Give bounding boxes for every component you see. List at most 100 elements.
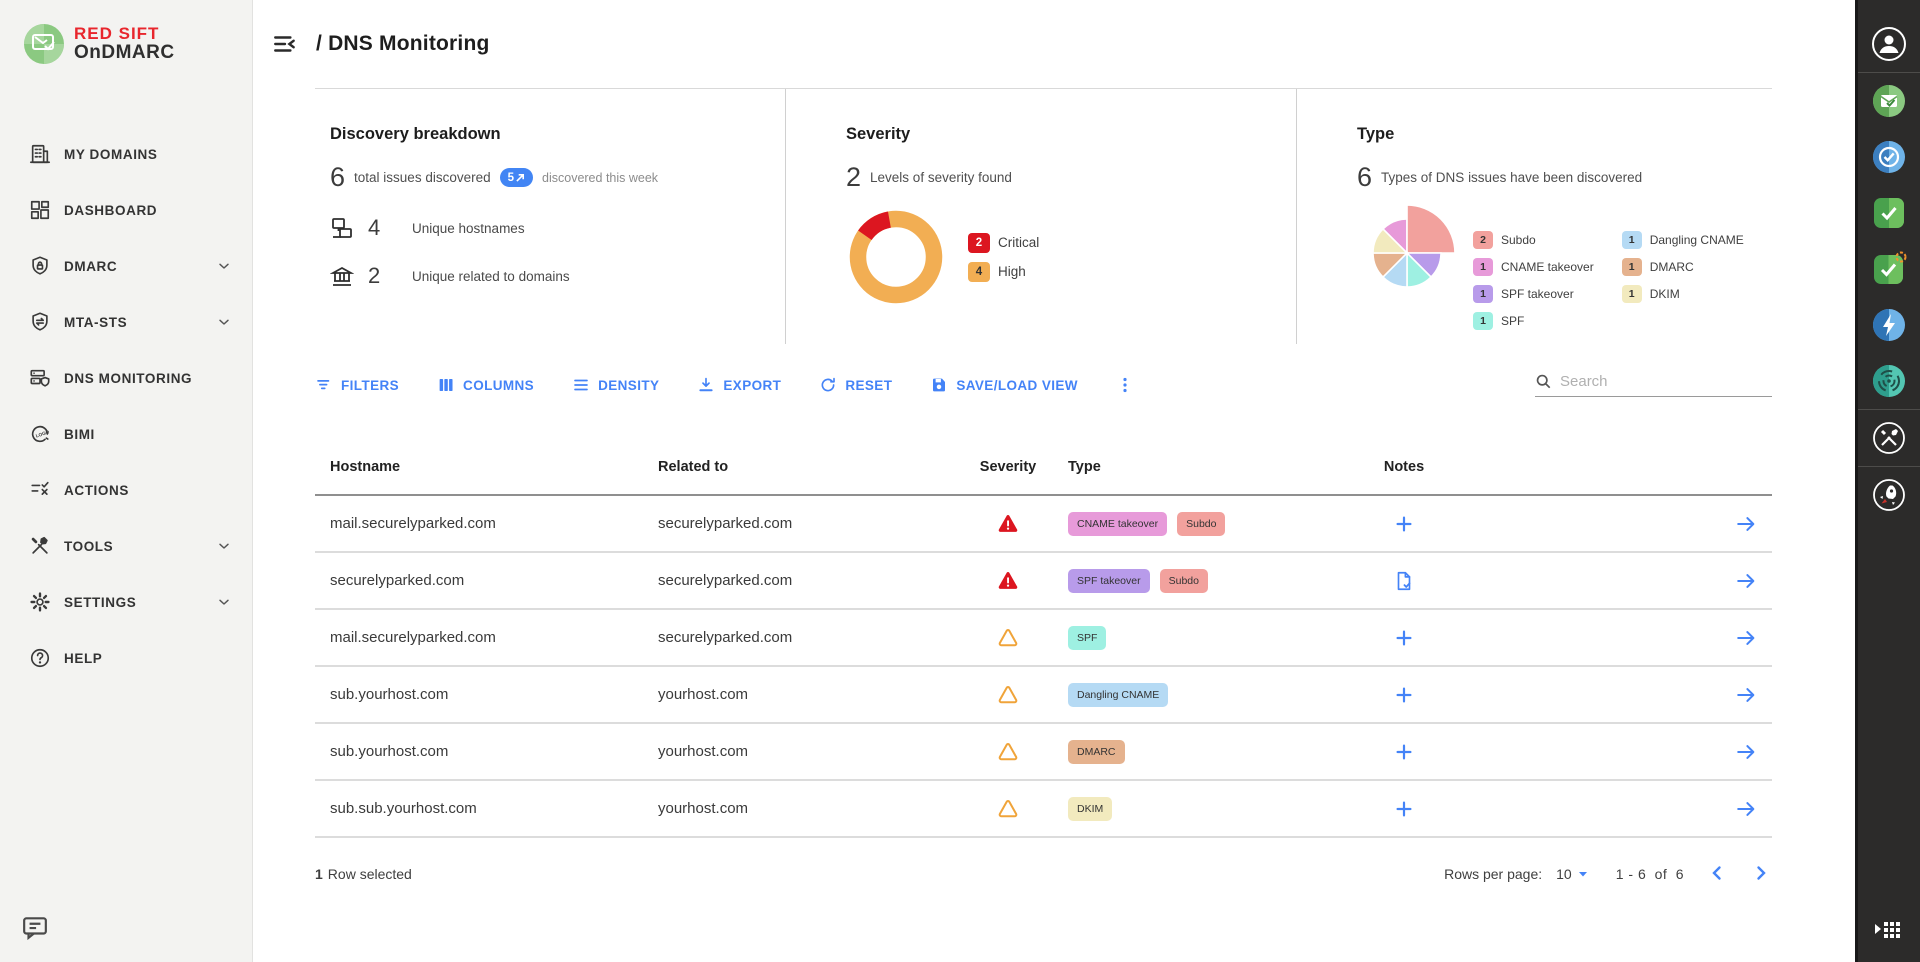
table-row[interactable]: securelyparked.comsecurelyparked.comSPF … bbox=[315, 553, 1772, 610]
density-button[interactable]: DENSITY bbox=[572, 376, 659, 394]
kebab-icon[interactable] bbox=[1116, 376, 1134, 394]
export-button[interactable]: EXPORT bbox=[697, 376, 781, 394]
open-row-arrow-icon[interactable] bbox=[1735, 684, 1757, 706]
lightning-icon[interactable] bbox=[1871, 307, 1907, 343]
next-page-icon[interactable] bbox=[1752, 864, 1772, 884]
high-legend-chip: 4 bbox=[968, 262, 990, 282]
sidebar-item-bimi[interactable]: LOGOBIMI bbox=[0, 406, 252, 462]
discovery-total-label: total issues discovered bbox=[354, 170, 491, 185]
add-note-icon[interactable] bbox=[1393, 684, 1415, 706]
sidebar-item-label: DASHBOARD bbox=[64, 203, 232, 218]
sidebar-item-dashboard[interactable]: DASHBOARD bbox=[0, 182, 252, 238]
tools-circle-icon[interactable] bbox=[1871, 420, 1907, 456]
save-load-view-button[interactable]: SAVE/LOAD VIEW bbox=[930, 376, 1078, 394]
sidebar-item-mta-sts[interactable]: MTA-STS bbox=[0, 294, 252, 350]
chevron-down-icon[interactable] bbox=[216, 594, 232, 610]
ondmarc-product-icon[interactable] bbox=[1871, 83, 1907, 119]
check-square-green-icon[interactable] bbox=[1871, 195, 1907, 231]
hostname-cell: sub.sub.yourhost.com bbox=[330, 800, 658, 817]
brand-logo[interactable]: RED SIFT OnDMARC bbox=[0, 0, 252, 64]
chevron-down-icon[interactable] bbox=[216, 538, 232, 554]
type-legend-chip: 1 bbox=[1622, 258, 1642, 276]
search-input[interactable] bbox=[1560, 373, 1772, 390]
rows-per-page-label: Rows per page: bbox=[1444, 866, 1542, 882]
open-row-arrow-icon[interactable] bbox=[1735, 627, 1757, 649]
column-header-notes[interactable]: Notes bbox=[1354, 459, 1454, 475]
page-range: 1 - 6 bbox=[1616, 866, 1647, 882]
type-legend-label: Subdo bbox=[1501, 233, 1536, 247]
notes-cell bbox=[1354, 741, 1454, 763]
export-icon bbox=[697, 376, 715, 394]
apps-grid-icon[interactable] bbox=[1871, 912, 1907, 948]
open-row-arrow-icon[interactable] bbox=[1735, 798, 1757, 820]
toolbar-button-label: RESET bbox=[845, 378, 892, 393]
table-row[interactable]: mail.securelyparked.comsecurelyparked.co… bbox=[315, 610, 1772, 667]
checklist-icon bbox=[28, 478, 52, 502]
hostname-cell: mail.securelyparked.com bbox=[330, 515, 658, 532]
open-row-arrow-icon[interactable] bbox=[1735, 513, 1757, 535]
table-row[interactable]: mail.securelyparked.comsecurelyparked.co… bbox=[315, 496, 1772, 553]
pie-slice-subdo bbox=[1407, 205, 1455, 253]
account-icon[interactable] bbox=[1871, 26, 1907, 62]
column-header-related-to[interactable]: Related to bbox=[658, 459, 958, 475]
sidebar-item-dns-monitoring[interactable]: DNS MONITORING bbox=[0, 350, 252, 406]
sidebar-item-tools[interactable]: TOOLS bbox=[0, 518, 252, 574]
search-icon bbox=[1535, 373, 1552, 390]
critical-legend-chip: 2 bbox=[968, 233, 990, 253]
filters-button[interactable]: FILTERS bbox=[315, 376, 399, 394]
shield-arrows-icon bbox=[28, 310, 52, 334]
related-to-cell: yourhost.com bbox=[658, 800, 958, 817]
svg-text:LOGO: LOGO bbox=[35, 429, 50, 439]
type-cell: DMARC bbox=[1068, 740, 1354, 764]
reset-button[interactable]: RESET bbox=[819, 376, 892, 394]
add-note-icon[interactable] bbox=[1393, 741, 1415, 763]
sidebar-nav: MY DOMAINS DASHBOARD DMARC MTA-STSDNS MONIT… bbox=[0, 126, 252, 686]
table-row[interactable]: sub.yourhost.comyourhost.comDangling CNA… bbox=[315, 667, 1772, 724]
notes-cell bbox=[1354, 570, 1454, 592]
sidebar-item-help[interactable]: HELP bbox=[0, 630, 252, 686]
rows-per-page-select[interactable]: 10 bbox=[1556, 866, 1588, 882]
sidebar-item-my-domains[interactable]: MY DOMAINS bbox=[0, 126, 252, 182]
column-header-hostname[interactable]: Hostname bbox=[330, 459, 658, 475]
discovery-panel: Discovery breakdown 6 total issues disco… bbox=[315, 89, 785, 344]
open-row-arrow-icon[interactable] bbox=[1735, 570, 1757, 592]
type-count: 6 bbox=[1357, 162, 1372, 193]
type-legend-cname-takeover: 1CNAME takeover bbox=[1473, 258, 1594, 276]
check-square-notify-icon[interactable] bbox=[1871, 251, 1907, 287]
add-note-icon[interactable] bbox=[1393, 627, 1415, 649]
column-header-severity[interactable]: Severity bbox=[958, 459, 1058, 475]
open-row-arrow-icon[interactable] bbox=[1735, 741, 1757, 763]
chevron-down-icon[interactable] bbox=[216, 258, 232, 274]
type-legend-label: SPF bbox=[1501, 314, 1524, 328]
table-row[interactable]: sub.sub.yourhost.comyourhost.comDKIM bbox=[315, 781, 1772, 838]
columns-button[interactable]: COLUMNS bbox=[437, 376, 534, 394]
type-chip-subdo: Subdo bbox=[1160, 569, 1208, 593]
radar-icon[interactable] bbox=[1871, 363, 1907, 399]
check-circle-blue-icon[interactable] bbox=[1871, 139, 1907, 175]
type-chip-spf-takeover: SPF takeover bbox=[1068, 569, 1150, 593]
note-added-icon[interactable] bbox=[1393, 570, 1415, 592]
sidebar-item-actions[interactable]: ACTIONS bbox=[0, 462, 252, 518]
table-row[interactable]: sub.yourhost.comyourhost.comDMARC bbox=[315, 724, 1772, 781]
rocket-icon[interactable] bbox=[1871, 477, 1907, 513]
chat-icon[interactable] bbox=[22, 914, 48, 940]
type-legend-chip: 2 bbox=[1473, 231, 1493, 249]
add-note-icon[interactable] bbox=[1393, 513, 1415, 535]
table-toolbar: FILTERS COLUMNS DENSITY EXPORT RESET SAVE/LOA… bbox=[315, 364, 1772, 406]
collapse-sidebar-icon[interactable] bbox=[272, 31, 298, 57]
bank-icon bbox=[330, 264, 354, 288]
sidebar-item-dmarc[interactable]: DMARC bbox=[0, 238, 252, 294]
add-note-icon[interactable] bbox=[1393, 798, 1415, 820]
sidebar-item-label: DMARC bbox=[64, 259, 216, 274]
sidebar-item-settings[interactable]: SETTINGS bbox=[0, 574, 252, 630]
sidebar-item-label: SETTINGS bbox=[64, 595, 216, 610]
brand-name-bottom: OnDMARC bbox=[74, 43, 175, 63]
column-header-type[interactable]: Type bbox=[1068, 459, 1354, 475]
previous-page-icon[interactable] bbox=[1708, 864, 1728, 884]
chevron-down-icon[interactable] bbox=[216, 314, 232, 330]
page-title: / DNS Monitoring bbox=[316, 32, 490, 56]
week-badge: 5 bbox=[500, 168, 533, 187]
main-content: / DNS Monitoring Discovery breakdown 6 t… bbox=[253, 0, 1855, 962]
right-app-rail bbox=[1855, 0, 1920, 962]
hostnames-icon bbox=[330, 216, 354, 240]
